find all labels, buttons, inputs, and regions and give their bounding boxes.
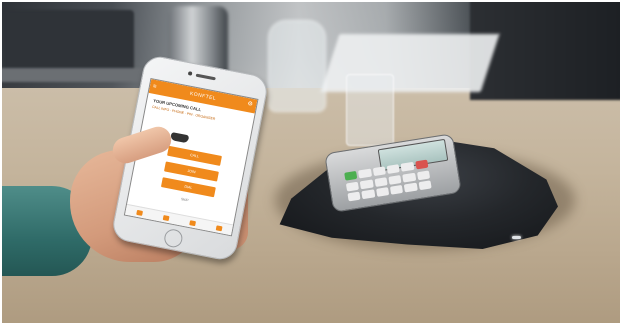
status-led [512,236,521,239]
keypad-key [347,191,361,202]
keypad-key [418,180,432,191]
tab-icon [162,214,170,221]
gear-icon: ⚙ [246,101,254,109]
home-button [162,227,184,249]
keypad-key [375,187,390,198]
keypad-key [374,176,388,187]
keypad-key [372,166,386,177]
device-icon [170,132,190,144]
menu-icon: ≡ [152,83,158,91]
keypad-key [358,168,372,179]
tab-icon [135,209,143,216]
tab-icon [215,224,223,231]
keypad-key [414,159,429,170]
tab-icon [188,219,196,226]
keypad-key [400,161,415,172]
keypad-key [345,181,360,192]
photo: ≡ KONFTEL ⚙ YOUR UPCOMING CALL CALL INFO… [0,0,622,325]
keypad-key [361,189,376,200]
camera-icon [187,71,193,76]
keypad-key [359,179,374,189]
glass-bottle [268,20,326,112]
earpiece [195,73,216,81]
laptop-base [0,68,150,82]
keypad-key [404,182,418,193]
keypad-key [402,172,416,183]
app-brand: KONFTEL [189,90,217,102]
keypad-key [389,185,404,195]
skip-link: SKIP [180,197,189,203]
keypad-key [388,174,402,185]
keypad-key [386,164,401,174]
drinking-glass [346,74,394,146]
keypad-key [416,170,431,180]
keypad-key [344,170,358,181]
dial-button: DIAL [160,177,216,198]
